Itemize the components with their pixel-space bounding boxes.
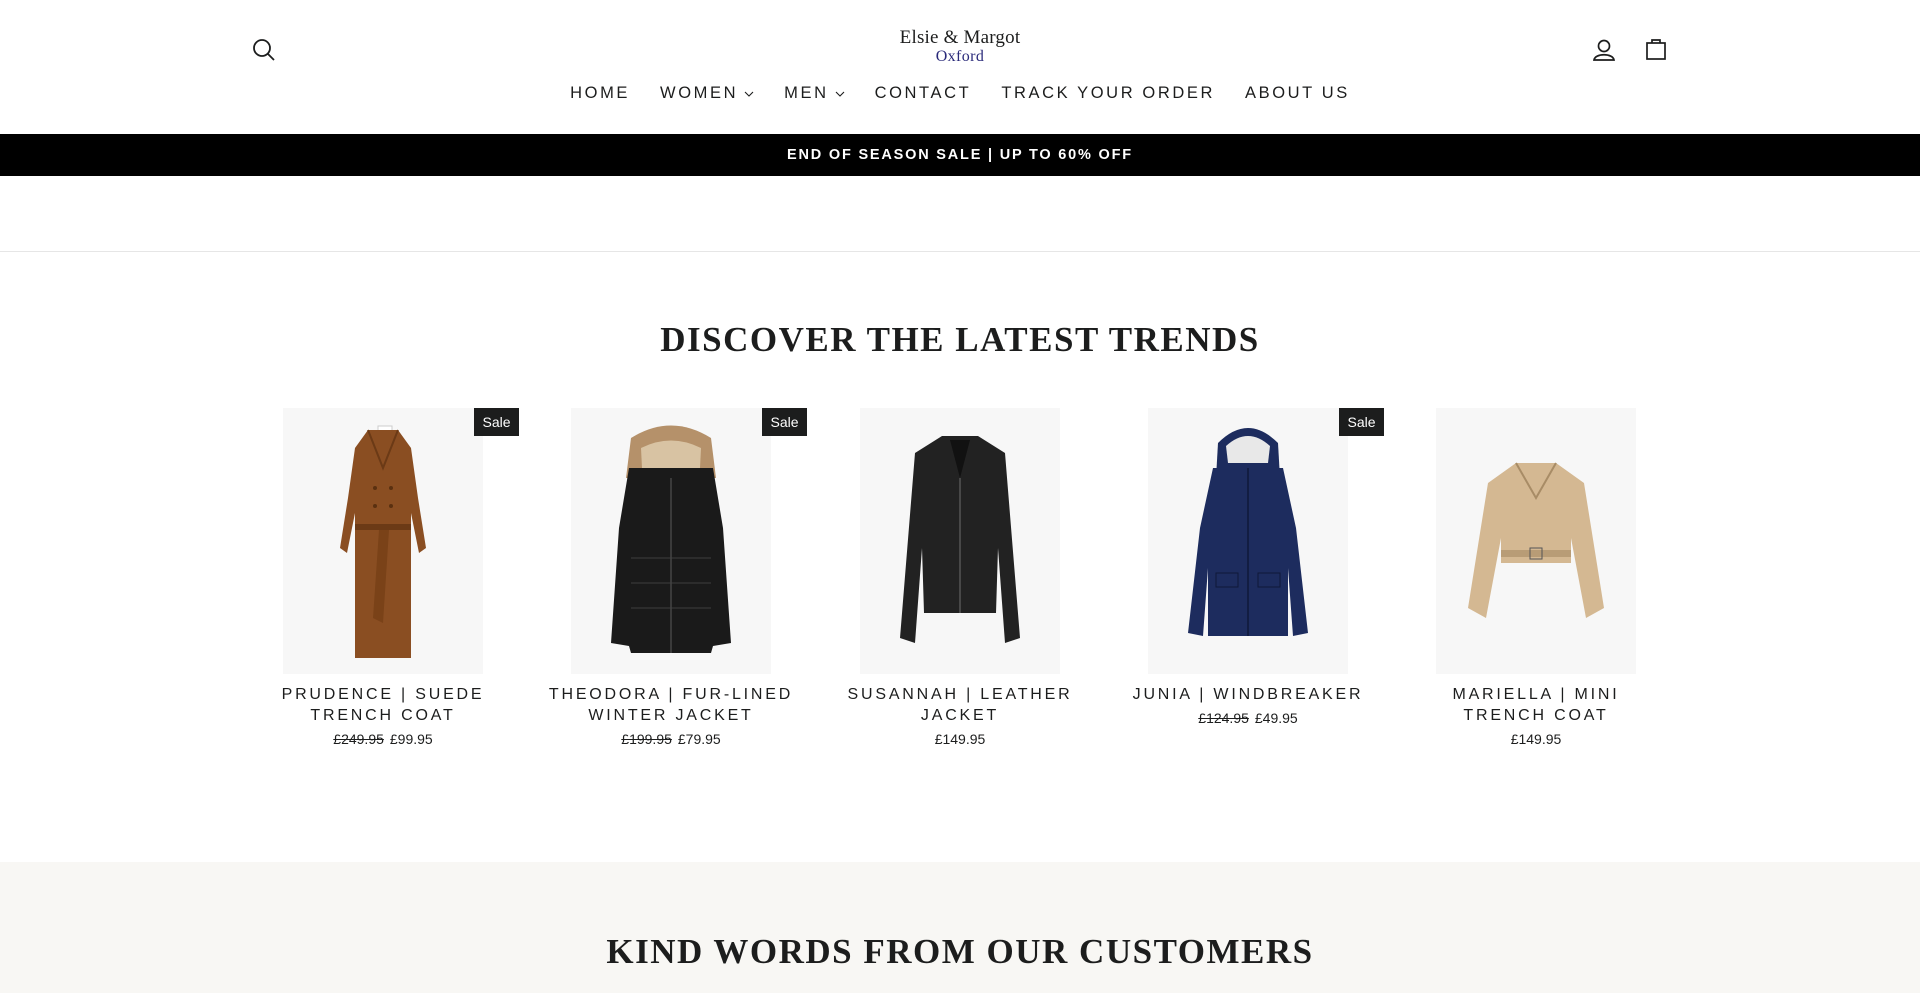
- sale-price: £79.95: [677, 731, 721, 747]
- nav-home-label: HOME: [570, 84, 631, 102]
- regular-price: £149.95: [934, 731, 986, 747]
- trends-heading: DISCOVER THE LATEST TRENDS: [660, 320, 1260, 359]
- product-price: £199.95 £79.95: [541, 731, 801, 747]
- product-image[interactable]: [1148, 408, 1348, 674]
- sale-price: £49.95: [1254, 710, 1298, 726]
- nav-track-order-label: TRACK YOUR ORDER: [1001, 84, 1215, 102]
- product-image[interactable]: [860, 408, 1060, 674]
- search-icon[interactable]: [250, 36, 278, 64]
- sale-badge: Sale: [474, 408, 519, 436]
- section-divider: [0, 251, 1920, 252]
- original-price: £124.95: [1198, 710, 1249, 726]
- product-card[interactable]: Sale PRUDENCE | SUEDE TRENCH COAT £249.9…: [253, 408, 519, 747]
- nav-women-label: WOMEN: [660, 84, 739, 102]
- product-card[interactable]: SUSANNAH | LEATHER JACKET £149.95: [830, 408, 1090, 747]
- product-card[interactable]: Sale THEODORA | FUR-LINED WINTER JACKET …: [541, 408, 807, 747]
- product-name[interactable]: PRUDENCE | SUEDE TRENCH COAT: [253, 684, 513, 726]
- original-price: £199.95: [621, 731, 672, 747]
- user-icon[interactable]: [1590, 36, 1618, 64]
- product-card[interactable]: MARIELLA | MINI TRENCH COAT £149.95: [1406, 408, 1666, 747]
- testimonials-section: KIND WORDS FROM OUR CUSTOMERS: [0, 862, 1920, 993]
- sale-badge: Sale: [1339, 408, 1384, 436]
- nav-track-order[interactable]: TRACK YOUR ORDER: [986, 84, 1230, 103]
- product-price: £249.95 £99.95: [253, 731, 513, 747]
- store-logo[interactable]: Elsie & Margot Oxford: [880, 28, 1040, 65]
- nav-about-us[interactable]: ABOUT US: [1230, 84, 1365, 103]
- product-name[interactable]: JUNIA | WINDBREAKER: [1118, 684, 1378, 705]
- sale-price: £99.95: [389, 731, 433, 747]
- original-price: £249.95: [333, 731, 384, 747]
- product-image[interactable]: [283, 408, 483, 674]
- product-image[interactable]: [571, 408, 771, 674]
- nav-about-us-label: ABOUT US: [1244, 84, 1350, 102]
- nav-contact[interactable]: CONTACT: [860, 84, 987, 103]
- logo-line-2: Oxford: [935, 48, 985, 65]
- logo-line-1: Elsie & Margot: [899, 27, 1021, 48]
- regular-price: £149.95: [1510, 731, 1562, 747]
- announcement-bar[interactable]: END OF SEASON SALE | UP TO 60% OFF: [0, 134, 1920, 176]
- nav-contact-label: CONTACT: [874, 84, 972, 102]
- product-price: £149.95: [1406, 731, 1666, 747]
- chevron-down-icon: [744, 91, 754, 97]
- nav-men[interactable]: MEN: [769, 84, 859, 103]
- product-card[interactable]: Sale JUNIA | WINDBREAKER £124.95 £49.95: [1118, 408, 1384, 726]
- product-name[interactable]: MARIELLA | MINI TRENCH COAT: [1406, 684, 1666, 726]
- nav-men-label: MEN: [784, 84, 829, 102]
- product-name[interactable]: SUSANNAH | LEATHER JACKET: [830, 684, 1090, 726]
- site-header: Elsie & Margot Oxford HOME WOMEN MEN CON…: [0, 0, 1920, 134]
- nav-home[interactable]: HOME: [555, 84, 645, 103]
- product-image[interactable]: [1436, 408, 1636, 674]
- testimonials-heading: KIND WORDS FROM OUR CUSTOMERS: [606, 932, 1314, 971]
- product-price: £149.95: [830, 731, 1090, 747]
- nav-women[interactable]: WOMEN: [645, 84, 769, 103]
- product-name[interactable]: THEODORA | FUR-LINED WINTER JACKET: [541, 684, 801, 726]
- product-price: £124.95 £49.95: [1118, 710, 1378, 726]
- sale-badge: Sale: [762, 408, 807, 436]
- chevron-down-icon: [835, 91, 844, 97]
- bag-icon[interactable]: [1642, 35, 1670, 63]
- main-nav: HOME WOMEN MEN CONTACT TRACK YOUR ORDER …: [0, 84, 1920, 103]
